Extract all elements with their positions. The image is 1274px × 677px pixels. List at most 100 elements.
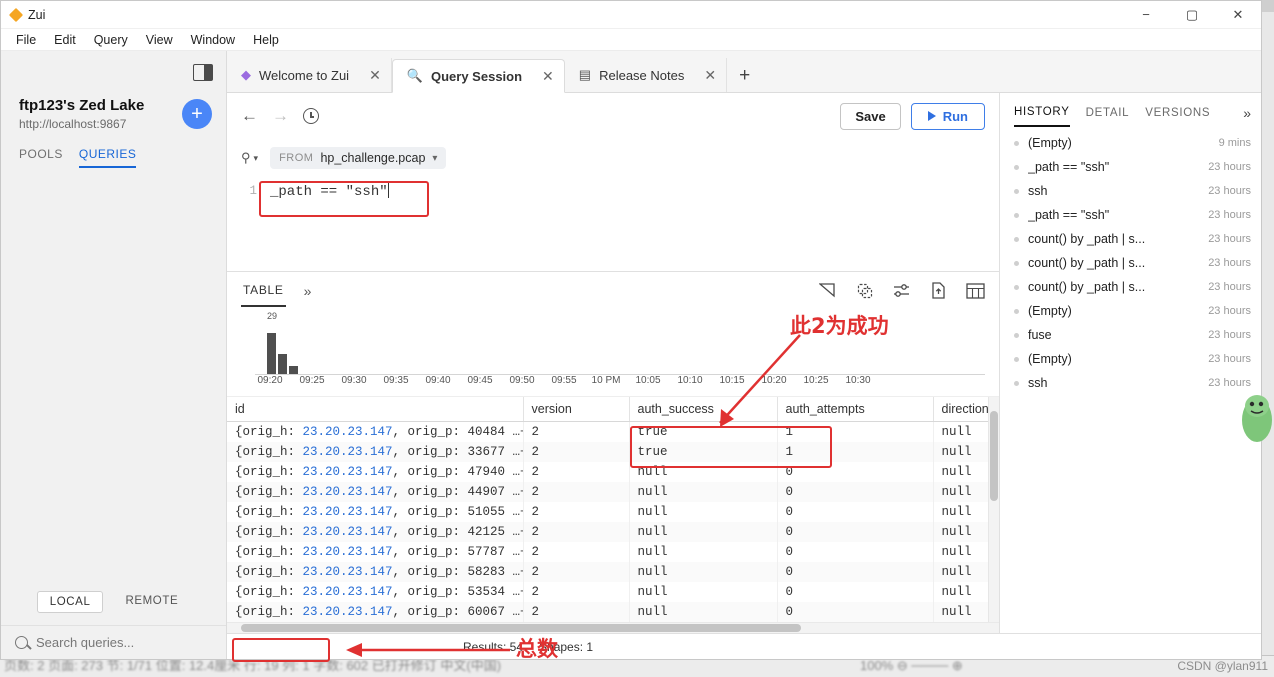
list-item[interactable]: ssh 23 hours [1000, 179, 1261, 203]
list-item[interactable]: ssh 23 hours [1000, 371, 1261, 395]
history-item-label: count() by _path | s... [1028, 232, 1146, 246]
histogram-tick: 09:45 [467, 375, 493, 386]
tab-query-session[interactable]: 🔍 Query Session ✕ [391, 59, 565, 93]
column-header-auth-attempts[interactable]: auth_attempts [777, 397, 934, 422]
menu-file[interactable]: File [7, 31, 45, 49]
table-row[interactable]: {orig_h: 23.20.23.147, orig_p: 57787 …+2… [227, 542, 999, 562]
history-item-label: _path == "ssh" [1028, 208, 1110, 222]
time-histogram[interactable]: 29 09:20 09:25 09:30 09:35 09:40 09:45 0… [227, 309, 999, 397]
results-more-icon[interactable]: » [304, 283, 312, 299]
table-view-icon[interactable] [966, 281, 985, 300]
column-header-version[interactable]: version [523, 397, 630, 422]
list-item[interactable]: (Empty) 9 mins [1000, 131, 1261, 155]
filter-icon[interactable] [892, 281, 911, 300]
cell-version: 2 [523, 562, 630, 582]
title-bar: Zui − ▢ ✕ [1, 1, 1261, 29]
run-button[interactable]: Run [910, 102, 985, 130]
list-item[interactable]: _path == "ssh" 23 hours [1000, 203, 1261, 227]
list-item[interactable]: _path == "ssh" 23 hours [1000, 155, 1261, 179]
menu-view[interactable]: View [137, 31, 182, 49]
export-file-icon[interactable] [929, 281, 948, 300]
cell-version: 2 [523, 462, 630, 482]
cell-auth-success: null [629, 522, 778, 542]
pin-icon[interactable]: ⚲ ▾ [241, 150, 258, 166]
table-row[interactable]: {orig_h: 23.20.23.147, orig_p: 47940 …+2… [227, 462, 999, 482]
sidebar-tab-queries[interactable]: QUERIES [78, 147, 137, 168]
add-pool-button[interactable]: + [182, 99, 212, 129]
tab-release-notes[interactable]: ▤ Release Notes ✕ [565, 58, 728, 92]
tab-query-session-close-icon[interactable]: ✕ [530, 68, 554, 85]
app-window: Zui − ▢ ✕ File Edit Query View Window He… [0, 0, 1262, 660]
forward-button[interactable]: → [272, 106, 289, 126]
scroll-thumb-horizontal[interactable] [241, 624, 801, 632]
list-item[interactable]: (Empty) 23 hours [1000, 299, 1261, 323]
tab-history[interactable]: HISTORY [1014, 106, 1070, 127]
editor-content[interactable]: _path == "ssh" [257, 181, 389, 271]
list-item[interactable]: (Empty) 23 hours [1000, 347, 1261, 371]
search-queries-input[interactable]: Search queries... [1, 625, 226, 659]
tab-release-notes-label: Release Notes [599, 67, 685, 83]
table-row[interactable]: {orig_h: 23.20.23.147, orig_p: 33677 …+2… [227, 442, 999, 462]
cell-id: {orig_h: 23.20.23.147, orig_p: 44907 …+2… [227, 482, 524, 502]
cell-version: 2 [523, 421, 630, 442]
remote-button[interactable]: REMOTE [113, 591, 190, 613]
menu-help[interactable]: Help [244, 31, 288, 49]
toggle-panel-icon[interactable] [193, 63, 213, 81]
column-header-auth-success[interactable]: auth_success [629, 397, 778, 422]
cell-auth-attempts: 1 [777, 421, 934, 442]
tab-welcome-close-icon[interactable]: ✕ [357, 67, 381, 84]
list-item[interactable]: count() by _path | s... 23 hours [1000, 251, 1261, 275]
list-item[interactable]: count() by _path | s... 23 hours [1000, 227, 1261, 251]
app-body: ftp123's Zed Lake http://localhost:9867 … [1, 51, 1261, 659]
id-ip: 23.20.23.147 [302, 425, 393, 439]
bullet-icon [1014, 380, 1019, 386]
local-button[interactable]: LOCAL [36, 591, 104, 613]
table-row[interactable]: {orig_h: 23.20.23.147, orig_p: 60067 …+2… [227, 602, 999, 622]
new-tab-button[interactable]: + [727, 65, 762, 92]
histogram-tick: 10:30 [845, 375, 871, 386]
tab-versions[interactable]: VERSIONS [1145, 107, 1210, 126]
bullet-icon [1014, 332, 1019, 338]
search-icon [15, 636, 28, 649]
tab-detail[interactable]: DETAIL [1086, 107, 1130, 126]
tab-welcome[interactable]: ◆ Welcome to Zui ✕ [227, 58, 392, 92]
list-item[interactable]: fuse 23 hours [1000, 323, 1261, 347]
table-row[interactable]: {orig_h: 23.20.23.147, orig_p: 42125 …+2… [227, 522, 999, 542]
back-button[interactable]: ← [241, 106, 258, 126]
close-button[interactable]: ✕ [1215, 1, 1261, 29]
cell-id: {orig_h: 23.20.23.147, orig_p: 33677 …+2… [227, 442, 524, 462]
histogram-tick: 09:20 [257, 375, 283, 386]
table-horizontal-scrollbar[interactable] [227, 622, 999, 633]
window-controls: − ▢ ✕ [1123, 1, 1261, 29]
tab-query-session-label: Query Session [431, 68, 523, 84]
table-header-row: id version auth_success auth_attempts di… [227, 397, 999, 422]
table-row[interactable]: {orig_h: 23.20.23.147, orig_p: 44907 …+2… [227, 482, 999, 502]
results-table-scroll[interactable]: id version auth_success auth_attempts di… [227, 397, 999, 622]
scroll-thumb[interactable] [990, 411, 998, 501]
sidebar-tab-pools[interactable]: POOLS [19, 147, 63, 168]
id-suffix: , orig_p: 53534 …+2} [392, 585, 522, 599]
menu-window[interactable]: Window [182, 31, 244, 49]
menu-query[interactable]: Query [85, 31, 137, 49]
minimize-button[interactable]: − [1123, 1, 1169, 29]
clock-icon[interactable] [303, 108, 319, 124]
shape-icon[interactable] [818, 281, 837, 300]
menu-edit[interactable]: Edit [45, 31, 85, 49]
local-remote-toggle: LOCAL REMOTE [1, 591, 226, 625]
save-button[interactable]: Save [840, 102, 901, 130]
maximize-button[interactable]: ▢ [1169, 1, 1215, 29]
column-header-id[interactable]: id [227, 397, 524, 422]
table-vertical-scrollbar[interactable] [988, 397, 999, 622]
id-ip: 23.20.23.147 [302, 485, 393, 499]
pool-chip[interactable]: FROM hp_challenge.pcap ▾ [270, 147, 447, 169]
table-row[interactable]: {orig_h: 23.20.23.147, orig_p: 51055 …+2… [227, 502, 999, 522]
table-row[interactable]: {orig_h: 23.20.23.147, orig_p: 58283 …+2… [227, 562, 999, 582]
table-row[interactable]: {orig_h: 23.20.23.147, orig_p: 53534 …+2… [227, 582, 999, 602]
copy-icon[interactable] [855, 281, 874, 300]
table-row[interactable]: {orig_h: 23.20.23.147, orig_p: 40484 …+2… [227, 421, 999, 442]
tab-release-notes-close-icon[interactable]: ✕ [692, 67, 716, 84]
results-tab-table[interactable]: TABLE [241, 274, 286, 307]
query-editor[interactable]: 1 _path == "ssh" [227, 175, 999, 271]
list-item[interactable]: count() by _path | s... 23 hours [1000, 275, 1261, 299]
history-more-icon[interactable]: » [1243, 105, 1251, 127]
